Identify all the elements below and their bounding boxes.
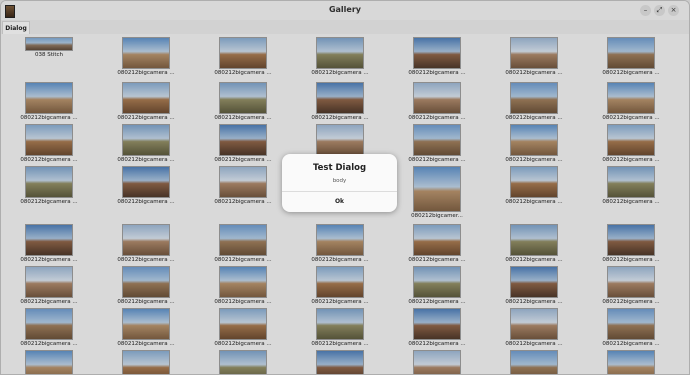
dialog-title: Test Dialog: [312, 163, 367, 173]
dialog-body: body: [332, 178, 347, 184]
ok-button[interactable]: Ok: [282, 192, 397, 212]
test-dialog: Test Dialog body Ok: [282, 154, 397, 212]
